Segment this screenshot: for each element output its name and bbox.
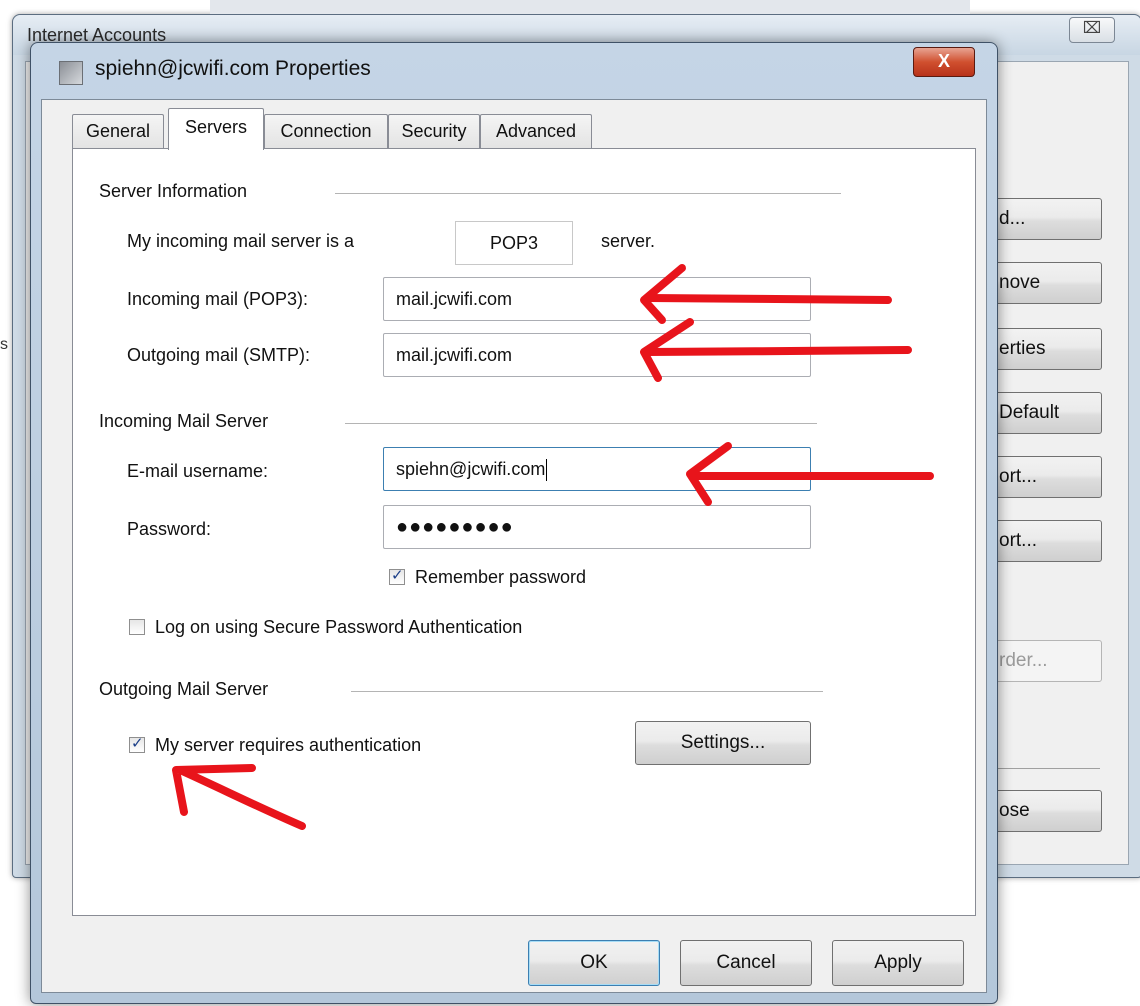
tab-connection[interactable]: Connection [264,114,388,148]
incoming-type-suffix: server. [601,231,656,251]
incoming-mail-field[interactable]: mail.jcwifi.com [383,277,811,321]
tab-general[interactable]: General [72,114,164,148]
outgoing-mail-label: Outgoing mail (SMTP): [127,345,311,365]
remember-password-label: Remember password [415,567,587,587]
username-value: spiehn@jcwifi.com [396,459,546,479]
internet-accounts-close-button[interactable]: ⌧ [1069,17,1115,43]
tab-advanced[interactable]: Advanced [480,114,592,148]
incoming-mail-label: Incoming mail (POP3): [127,289,309,309]
dialog-client: General Servers Connection Security Adva… [41,99,987,993]
background-header-strip [210,0,970,14]
password-label: Password: [127,519,212,539]
ok-button[interactable]: OK [528,940,660,986]
server-information-divider [335,193,841,194]
username-field[interactable]: spiehn@jcwifi.com [383,447,811,491]
properties-dialog: spiehn@jcwifi.com Properties X General S… [30,42,998,1004]
tab-servers[interactable]: Servers [168,108,264,150]
incoming-mail-server-divider [345,423,817,424]
tab-security[interactable]: Security [388,114,480,148]
password-field[interactable]: ●●●●●●●●● [383,505,811,549]
outgoing-mail-server-heading: Outgoing Mail Server [99,679,269,699]
cancel-button[interactable]: Cancel [680,940,812,986]
outgoing-settings-button[interactable]: Settings... [635,721,811,765]
incoming-server-type: POP3 [455,221,573,265]
account-icon [59,61,83,85]
dialog-close-button[interactable]: X [913,47,975,77]
apply-button[interactable]: Apply [832,940,964,986]
server-information-heading: Server Information [99,181,248,201]
incoming-type-prefix: My incoming mail server is a [127,231,355,251]
outgoing-mail-field[interactable]: mail.jcwifi.com [383,333,811,377]
background-side-text: s [0,336,8,353]
spa-label: Log on using Secure Password Authenticat… [155,617,523,637]
outgoing-mail-server-divider [351,691,823,692]
text-caret [546,459,548,482]
requires-auth-label: My server requires authentication [155,735,422,755]
remember-password-checkbox[interactable] [389,566,405,585]
requires-auth-checkbox[interactable] [129,734,145,753]
incoming-mail-server-heading: Incoming Mail Server [99,411,269,431]
dialog-title: spiehn@jcwifi.com Properties [95,57,371,80]
background-separator [990,768,1100,769]
servers-tab-panel: Server Information My incoming mail serv… [72,148,976,916]
username-label: E-mail username: [127,461,269,481]
spa-checkbox[interactable] [129,619,145,635]
dialog-titlebar: spiehn@jcwifi.com Properties X [31,43,997,99]
